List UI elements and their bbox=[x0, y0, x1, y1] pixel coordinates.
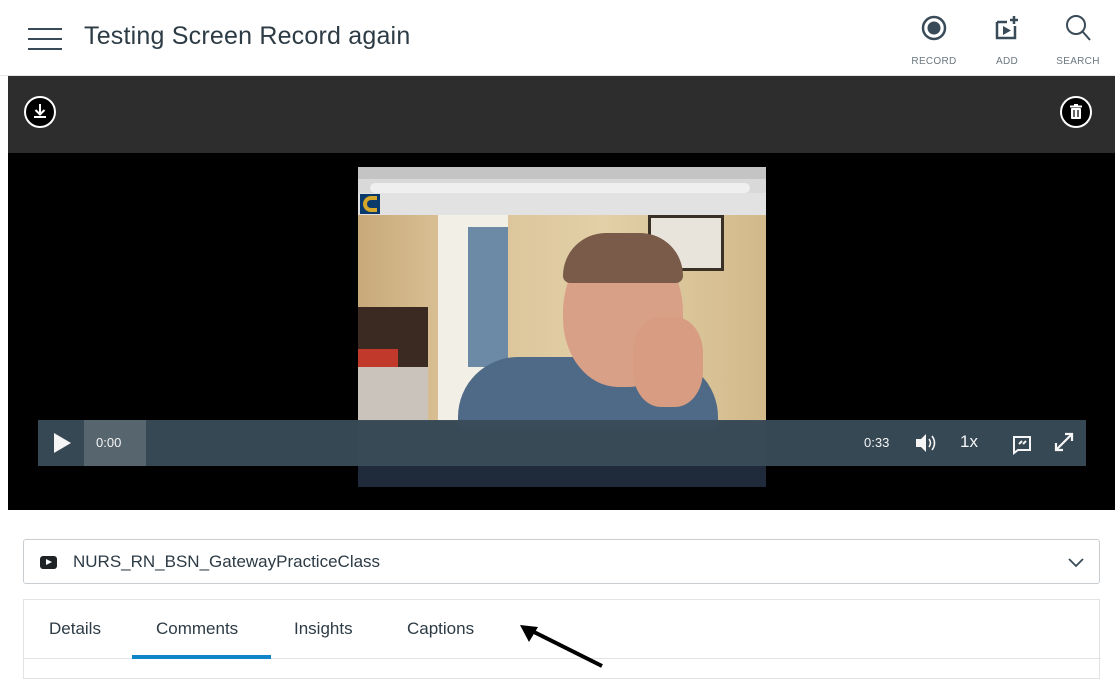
channel-select[interactable]: NURS_RN_BSN_GatewayPracticeClass bbox=[23, 539, 1100, 584]
video-icon bbox=[40, 556, 57, 569]
video-taskbar bbox=[358, 463, 766, 487]
annotation-arrow bbox=[520, 625, 603, 668]
volume-button[interactable] bbox=[912, 430, 940, 456]
volume-icon bbox=[916, 434, 936, 452]
video-person-hair bbox=[563, 233, 683, 283]
captions-button[interactable] bbox=[1010, 430, 1036, 456]
search-icon bbox=[1048, 10, 1108, 46]
video-pillow bbox=[358, 349, 398, 369]
channel-name: NURS_RN_BSN_GatewayPracticeClass bbox=[73, 552, 381, 571]
play-button[interactable] bbox=[38, 420, 84, 466]
search-button[interactable]: SEARCH bbox=[1048, 10, 1108, 70]
video-person-hand bbox=[633, 317, 703, 407]
hamburger-menu-icon[interactable] bbox=[28, 26, 62, 52]
video-course-bar bbox=[358, 193, 766, 215]
add-button[interactable]: ADD bbox=[977, 10, 1037, 70]
playback-speed-button[interactable]: 1x bbox=[960, 432, 978, 452]
tab-details[interactable]: Details bbox=[49, 619, 101, 639]
fullscreen-icon bbox=[1054, 432, 1074, 452]
add-label: ADD bbox=[995, 56, 1018, 67]
page-title: Testing Screen Record again bbox=[84, 22, 411, 50]
record-icon bbox=[904, 10, 964, 46]
tab-comments[interactable]: Comments bbox=[156, 619, 238, 639]
progress-scrubber[interactable] bbox=[146, 420, 846, 466]
video-doorway bbox=[468, 227, 508, 367]
fullscreen-button[interactable] bbox=[1050, 428, 1078, 456]
captions-icon bbox=[1013, 436, 1031, 455]
menu-line bbox=[28, 28, 62, 30]
tab-captions[interactable]: Captions bbox=[407, 619, 474, 639]
delete-button[interactable] bbox=[1060, 96, 1092, 128]
current-time: 0:00 bbox=[96, 435, 122, 450]
video-browser-tab bbox=[358, 167, 766, 179]
download-icon bbox=[34, 104, 46, 118]
trash-icon bbox=[1070, 104, 1082, 119]
player-control-bar: 0:00 0:33 1x bbox=[38, 420, 1086, 466]
download-button[interactable] bbox=[24, 96, 56, 128]
top-bar: Testing Screen Record again RECORD ADD S… bbox=[0, 0, 1115, 76]
record-label: RECORD bbox=[911, 56, 957, 67]
chevron-down-icon bbox=[1068, 558, 1084, 568]
video-address-bar bbox=[370, 183, 750, 193]
search-label: SEARCH bbox=[1056, 56, 1100, 67]
video-player: 0:00 0:33 1x bbox=[8, 76, 1115, 510]
tab-insights[interactable]: Insights bbox=[294, 619, 353, 639]
menu-line bbox=[28, 38, 62, 40]
record-button[interactable]: RECORD bbox=[904, 10, 964, 70]
video-logo-letter bbox=[363, 196, 377, 212]
menu-line bbox=[28, 48, 62, 50]
active-tab-indicator bbox=[132, 655, 271, 659]
video-sheet bbox=[358, 367, 428, 421]
duration-time: 0:33 bbox=[864, 435, 890, 450]
add-media-icon bbox=[977, 10, 1037, 46]
player-toolbar bbox=[8, 76, 1115, 153]
